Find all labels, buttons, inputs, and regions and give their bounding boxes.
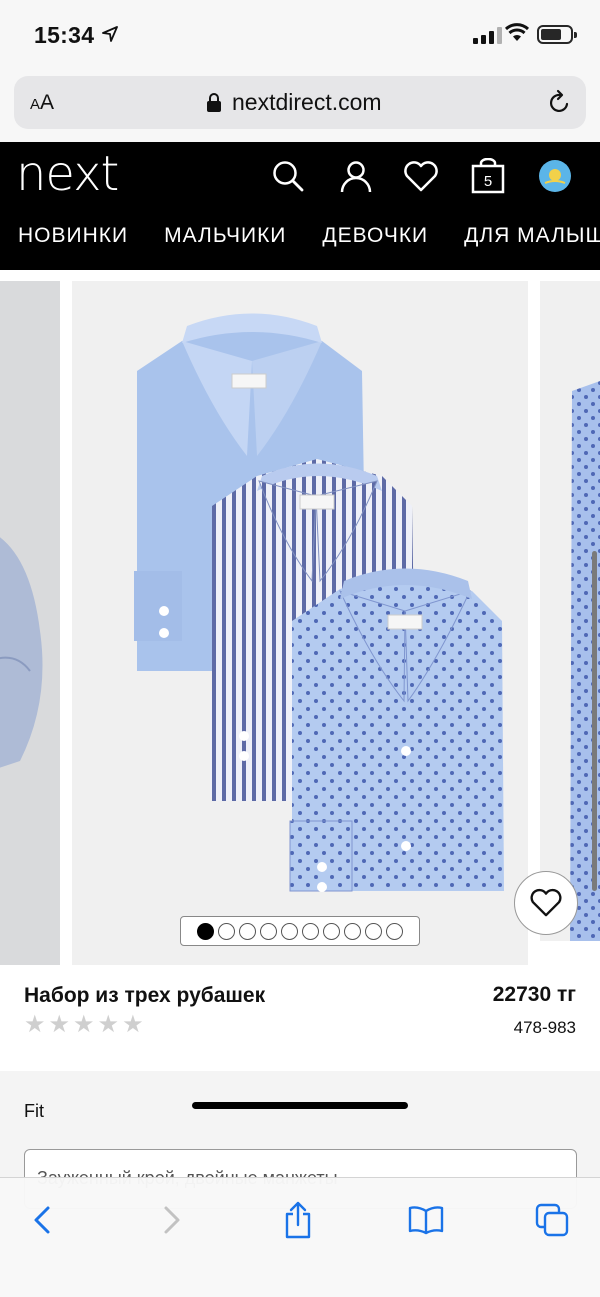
product-image[interactable]	[72, 281, 528, 965]
heart-icon	[530, 888, 562, 917]
carousel-dot[interactable]	[323, 922, 340, 940]
wifi-icon	[504, 23, 530, 41]
tabs-icon	[535, 1203, 569, 1237]
carousel-dot[interactable]	[302, 922, 319, 940]
carousel-dot[interactable]	[365, 922, 382, 940]
previous-slide-peek[interactable]	[0, 281, 60, 965]
bookmarks-button[interactable]	[404, 1198, 448, 1242]
star-icon: ★	[24, 1011, 46, 1038]
nav-item-baby[interactable]: ДЛЯ МАЛЫШ	[464, 224, 600, 248]
carousel-dot[interactable]	[218, 922, 235, 940]
location-arrow-icon	[102, 26, 118, 42]
star-icon: ★	[73, 1011, 95, 1038]
shopping-bag-icon[interactable]: 5	[468, 156, 508, 196]
reload-icon[interactable]	[548, 89, 572, 115]
category-nav: НОВИНКИ МАЛЬЧИКИ ДЕВОЧКИ ДЛЯ МАЛЫШ	[18, 224, 600, 248]
star-icon: ★	[97, 1011, 120, 1038]
carousel-dot[interactable]	[386, 922, 403, 940]
carousel-dot[interactable]	[239, 922, 256, 940]
favourites-heart-icon[interactable]	[401, 156, 441, 196]
product-price: 22730 тг	[492, 983, 576, 1006]
book-icon	[408, 1206, 444, 1235]
product-image-carousel[interactable]	[0, 281, 600, 965]
text-size-button[interactable]: AA	[30, 91, 54, 115]
nav-item-girls[interactable]: ДЕВОЧКИ	[322, 224, 428, 248]
browser-toolbar	[0, 1177, 600, 1297]
carousel-dot[interactable]	[281, 922, 298, 940]
chevron-left-icon	[34, 1206, 50, 1234]
carousel-dot[interactable]	[260, 922, 277, 940]
add-to-favourites-button[interactable]	[514, 871, 578, 935]
cellular-signal-icon	[473, 26, 502, 44]
star-icon: ★	[122, 1011, 144, 1038]
share-button[interactable]	[276, 1198, 320, 1242]
fit-label: Fit	[24, 1101, 44, 1121]
rating-stars[interactable]: ★ ★ ★ ★ ★	[24, 1013, 144, 1037]
site-header: next 5 НОВИНКИ МАЛЬЧИКИ ДЕВОЧКИ ДЛЯ МАЛЫ…	[0, 142, 600, 270]
search-icon[interactable]	[268, 156, 308, 196]
status-bar: 15:34	[0, 0, 600, 72]
status-time: 15:34	[34, 22, 95, 48]
country-flag-icon[interactable]	[535, 156, 575, 196]
url-text[interactable]: nextdirect.com	[232, 89, 382, 116]
forward-button[interactable]	[150, 1198, 194, 1242]
bag-count: 5	[484, 173, 492, 190]
carousel-dot[interactable]	[344, 922, 361, 940]
star-icon: ★	[48, 1011, 71, 1038]
page-scroll-indicator	[592, 551, 597, 891]
lock-icon	[207, 93, 221, 112]
home-indicator	[192, 1102, 408, 1109]
chevron-right-icon	[164, 1206, 180, 1234]
nav-item-new[interactable]: НОВИНКИ	[18, 224, 128, 248]
browser-address-area: AA nextdirect.com	[0, 72, 600, 142]
account-icon[interactable]	[336, 156, 376, 196]
back-button[interactable]	[20, 1198, 64, 1242]
product-name: Набор из трех рубашек	[24, 984, 266, 1007]
carousel-dot[interactable]	[197, 922, 214, 940]
product-code: 478-983	[513, 1018, 576, 1037]
nav-item-boys[interactable]: МАЛЬЧИКИ	[164, 224, 286, 248]
next-logo[interactable]: next	[16, 146, 119, 202]
share-icon	[285, 1201, 311, 1239]
battery-icon	[537, 25, 577, 44]
carousel-pagination[interactable]	[180, 916, 420, 946]
address-bar[interactable]: AA nextdirect.com	[14, 76, 586, 129]
next-slide-peek[interactable]	[540, 281, 600, 941]
tabs-button[interactable]	[530, 1198, 574, 1242]
